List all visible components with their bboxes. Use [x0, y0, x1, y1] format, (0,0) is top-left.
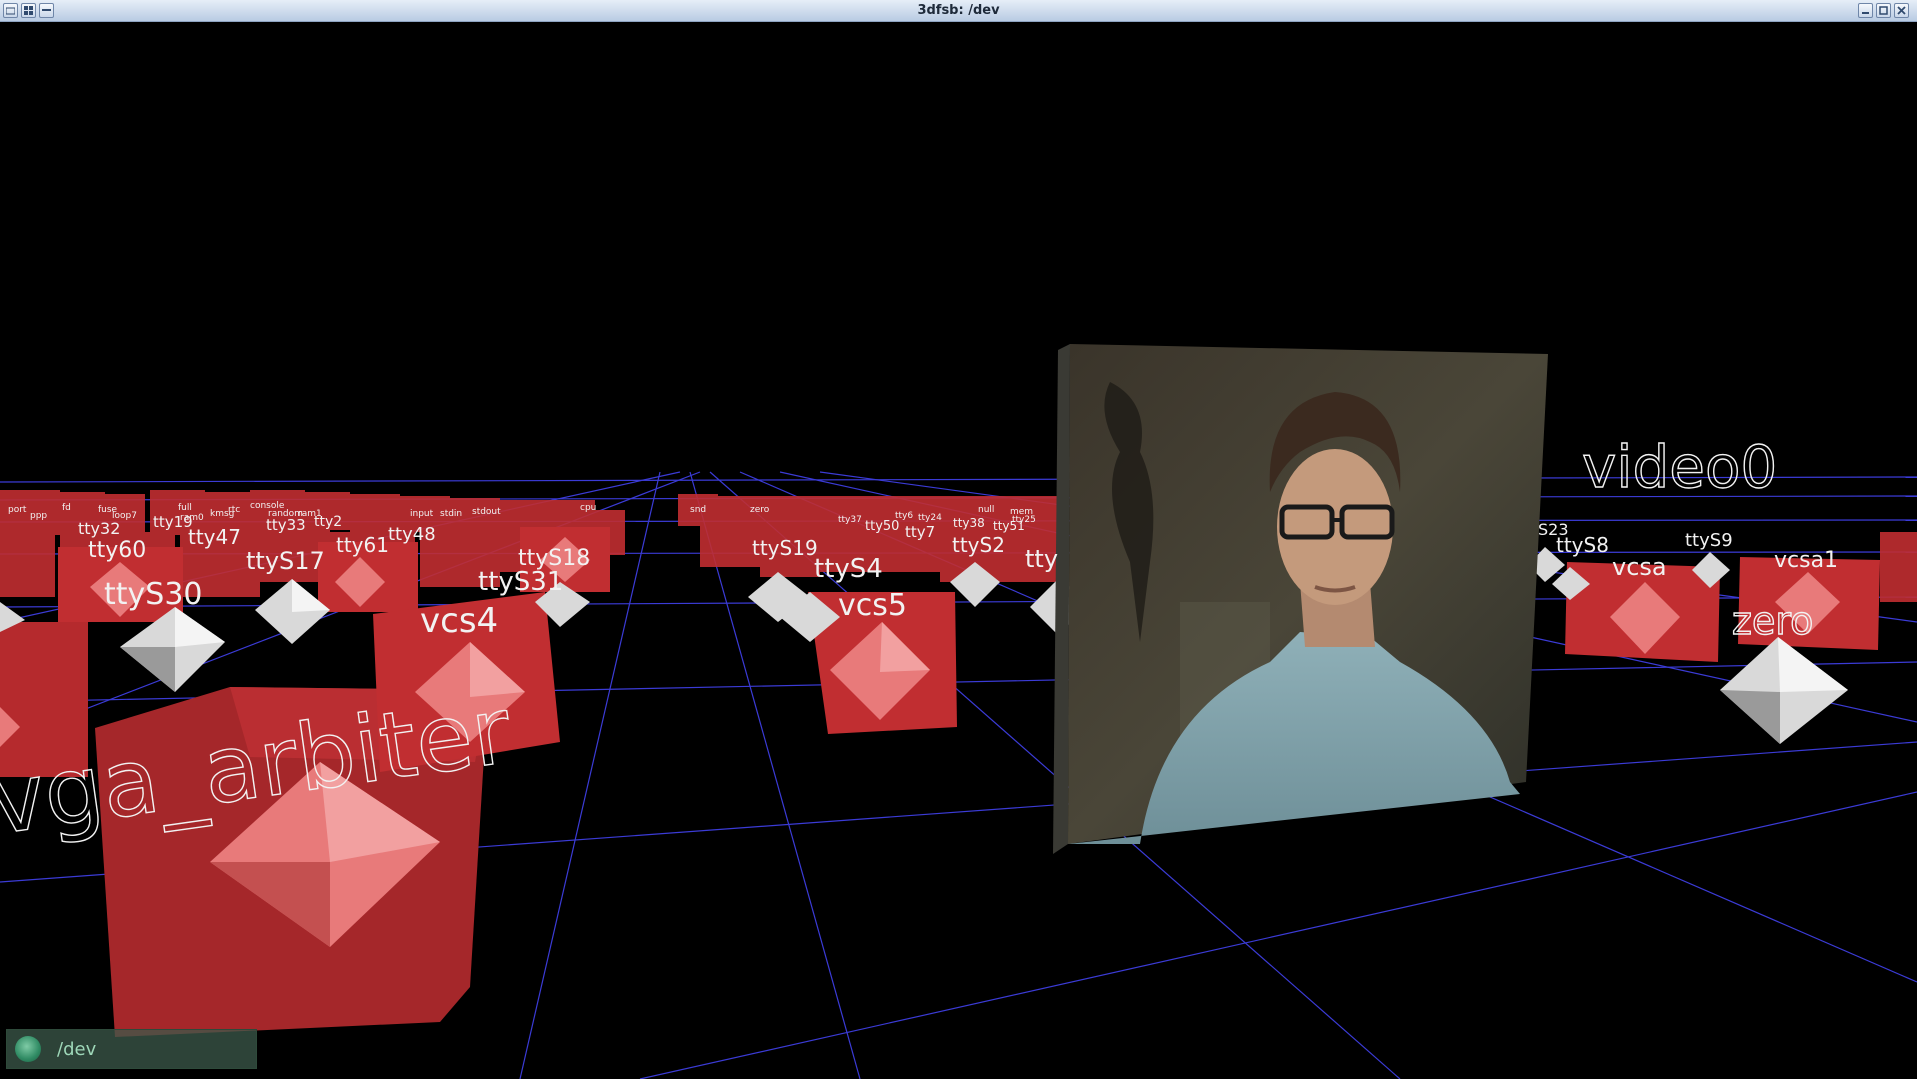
- current-path: /dev: [57, 1039, 97, 1060]
- label-tty7: tty7: [905, 523, 935, 541]
- svg-text:port: port: [8, 505, 27, 515]
- label-ttyS31: ttyS31: [478, 567, 563, 597]
- label-tty61: tty61: [336, 533, 389, 557]
- label-tty48: tty48: [388, 524, 436, 545]
- window-title: 3dfsb: /dev: [917, 3, 1000, 18]
- label-vcsa1: vcsa1: [1774, 548, 1838, 573]
- label-tty60: tty60: [88, 538, 146, 563]
- app-window: 3dfsb: /dev vga_arbiter video0 zero ttyS…: [0, 0, 1917, 1079]
- label-ttyS30: ttyS30: [104, 577, 203, 612]
- svg-text:full: full: [178, 503, 192, 513]
- label-ttyS9: ttyS9: [1685, 530, 1733, 551]
- svg-text:input: input: [410, 509, 434, 519]
- label-vcs4: vcs4: [420, 601, 498, 641]
- video-preview[interactable]: [1053, 344, 1548, 854]
- label-tty47: tty47: [188, 525, 241, 549]
- label-tty50: tty50: [865, 519, 899, 534]
- 3d-filesystem-view[interactable]: vga_arbiter video0 zero ttyS30 vcs4 vcs5…: [0, 22, 1917, 1079]
- title-bar[interactable]: 3dfsb: /dev: [0, 0, 1917, 22]
- svg-text:stdout: stdout: [472, 507, 501, 517]
- svg-text:tty37: tty37: [838, 515, 862, 525]
- label-ttyS19: ttyS19: [752, 536, 818, 560]
- svg-text:console: console: [250, 501, 285, 511]
- label-tty32: tty32: [78, 519, 120, 538]
- svg-text:stdin: stdin: [440, 509, 462, 519]
- label-ttyS2: ttyS2: [952, 533, 1005, 557]
- label-ttyS4: ttyS4: [814, 554, 883, 584]
- label-tty38: tty38: [953, 516, 985, 530]
- svg-text:tty25: tty25: [1012, 515, 1036, 525]
- label-S23: S23: [1538, 520, 1569, 539]
- label-vcs5: vcs5: [838, 588, 907, 623]
- label-zero: zero: [1732, 599, 1813, 643]
- label-vcsa: vcsa: [1612, 553, 1667, 581]
- svg-text:tty24: tty24: [918, 513, 942, 523]
- maximize-icon[interactable]: [1876, 3, 1891, 18]
- svg-text:tty6: tty6: [895, 511, 913, 521]
- status-bar: /dev: [6, 1029, 257, 1069]
- label-ttyS18: ttyS18: [518, 546, 590, 571]
- status-indicator-icon: [15, 1036, 41, 1062]
- label-ttyS17: ttyS17: [246, 547, 325, 575]
- close-icon[interactable]: [1894, 3, 1909, 18]
- label-tty-partial: tty: [1025, 545, 1058, 573]
- svg-text:zero: zero: [750, 505, 770, 515]
- minimize-icon[interactable]: [1858, 3, 1873, 18]
- svg-text:null: null: [978, 505, 994, 515]
- svg-text:kmsg: kmsg: [210, 509, 234, 519]
- svg-text:loop7: loop7: [112, 511, 137, 521]
- svg-text:snd: snd: [690, 505, 706, 515]
- svg-text:cpu: cpu: [580, 503, 596, 513]
- label-video0: video0: [1582, 433, 1777, 501]
- svg-text:ram0: ram0: [180, 513, 204, 523]
- svg-text:ppp: ppp: [30, 511, 47, 521]
- svg-text:fd: fd: [62, 503, 71, 513]
